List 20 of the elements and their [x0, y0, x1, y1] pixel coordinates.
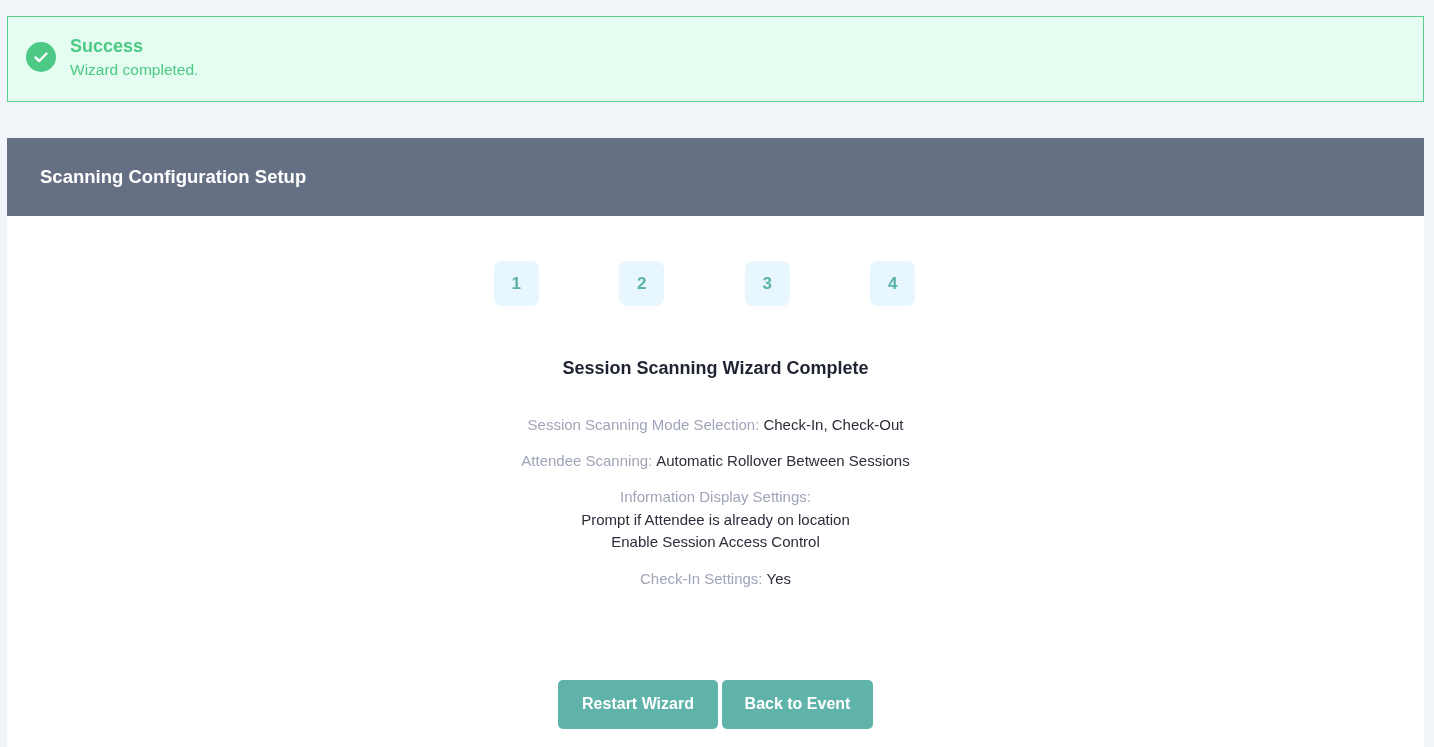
- summary-label: Information Display Settings:: [620, 487, 811, 507]
- step-number: 2: [619, 261, 665, 306]
- summary-heading: Session Scanning Wizard Complete: [562, 357, 869, 380]
- check-circle-icon: [26, 42, 56, 72]
- alert-message: Wizard completed.: [70, 60, 199, 79]
- step-number: 3: [744, 261, 790, 306]
- summary-label: Check-In Settings:: [639, 568, 763, 589]
- summary-value: Yes: [766, 568, 791, 589]
- summary-label: Attendee Scanning:: [521, 451, 653, 471]
- restart-button[interactable]: Restart Wizard: [558, 679, 718, 729]
- step-number: 4: [870, 261, 916, 306]
- alert-title: Success: [70, 35, 145, 57]
- summary-value: Check-In, Check-Out: [763, 415, 904, 435]
- summary-value: Enable Session Access Control: [611, 532, 820, 552]
- summary-label: Session Scanning Mode Selection:: [527, 415, 760, 435]
- back-button[interactable]: Back to Event: [722, 679, 873, 729]
- summary-value: Automatic Rollover Between Sessions: [656, 451, 910, 471]
- panel-title: Scanning Configuration Setup: [40, 166, 307, 188]
- step-number: 1: [493, 261, 539, 306]
- summary-value: Prompt if Attendee is already on location: [581, 509, 850, 530]
